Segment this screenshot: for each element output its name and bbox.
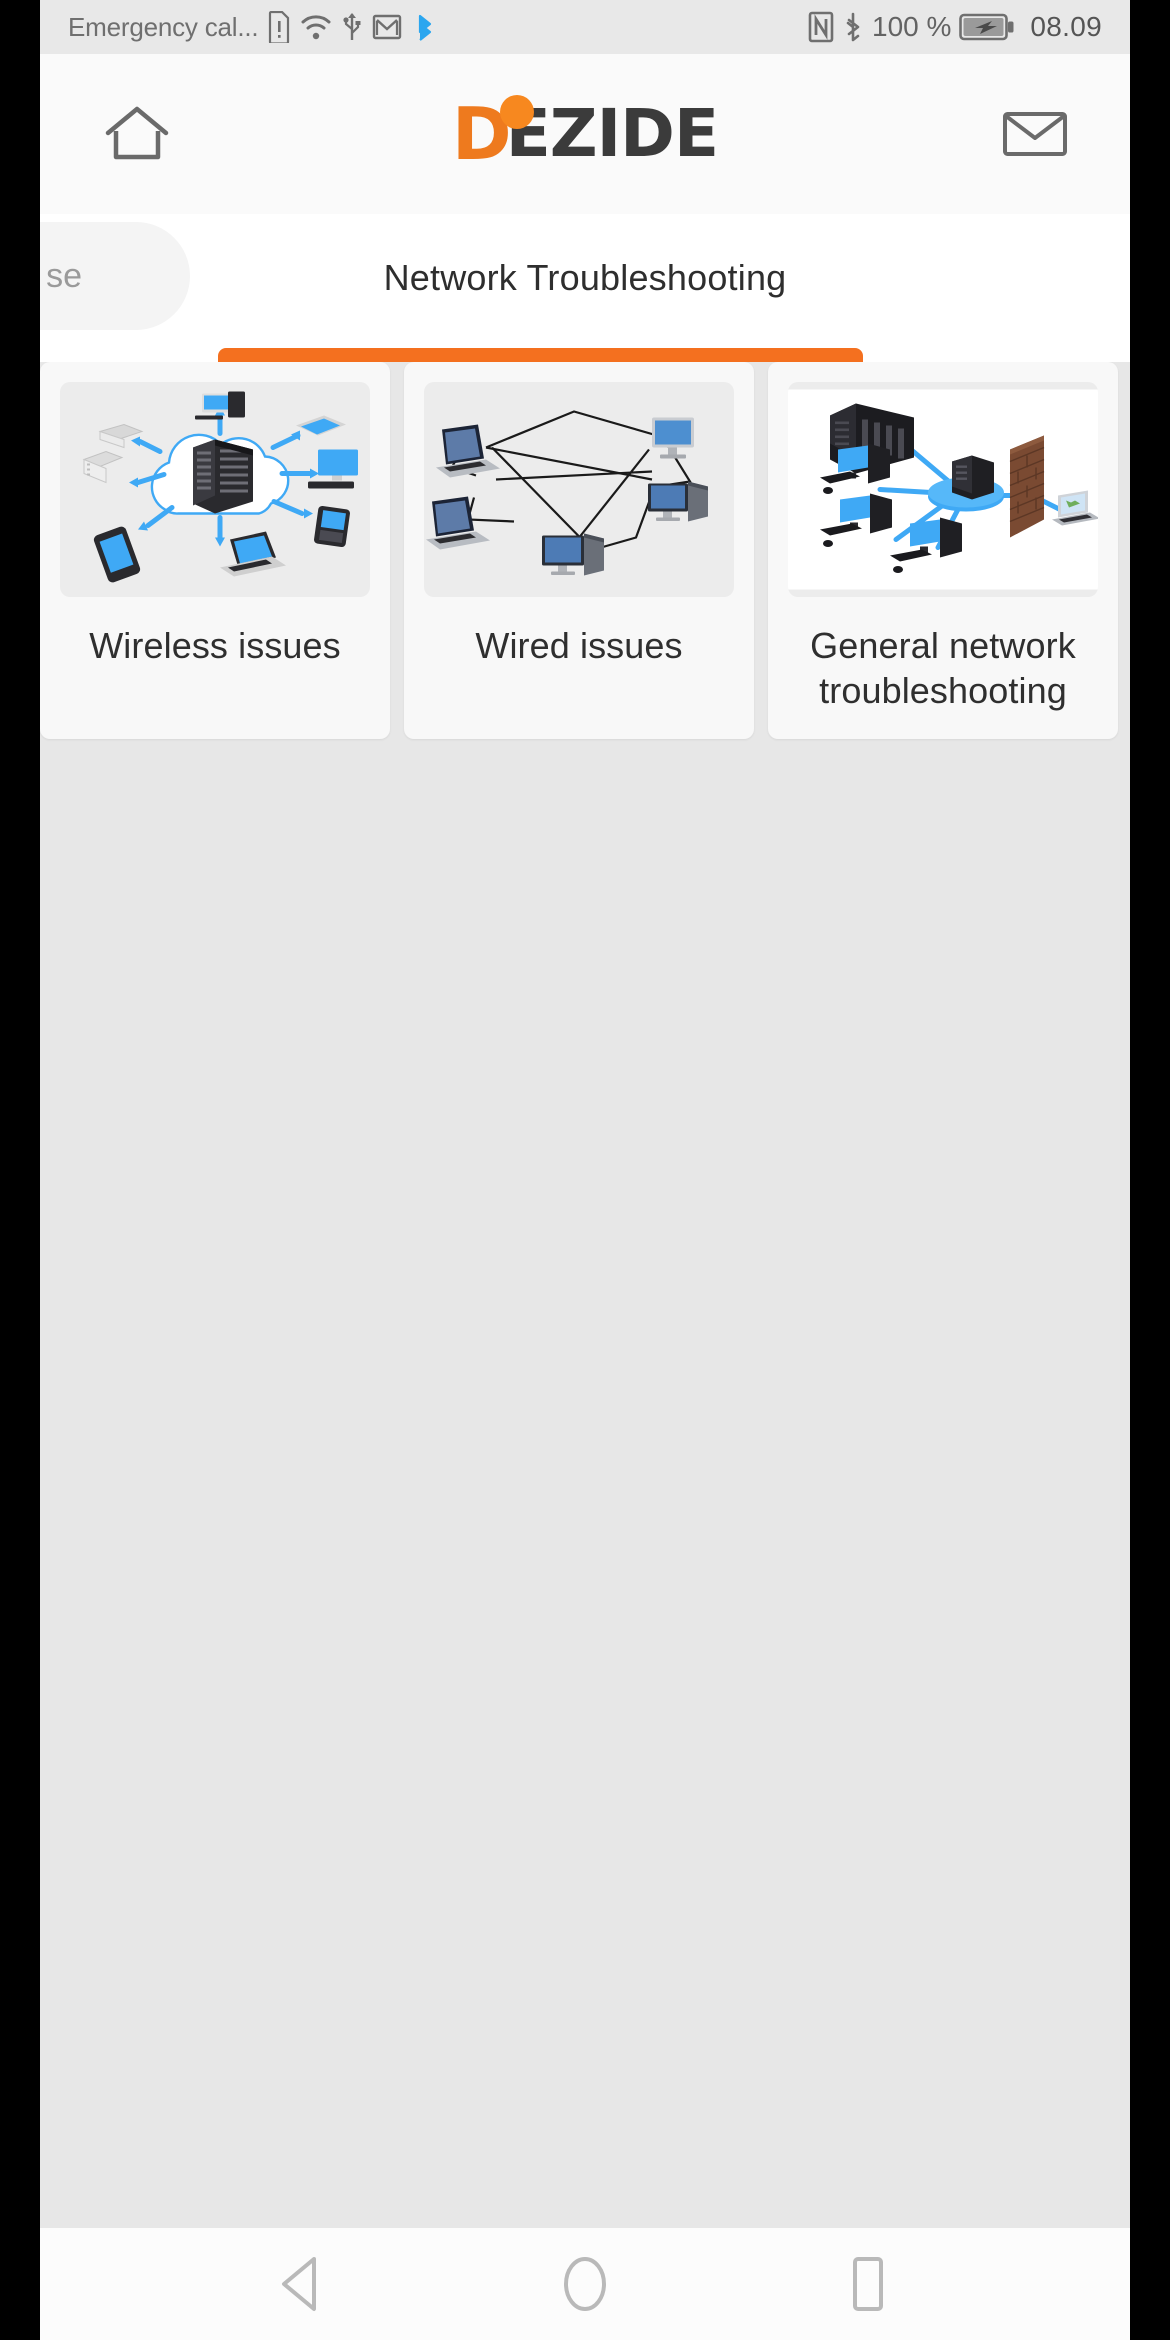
card-wireless-issues[interactable]: Wireless issues	[40, 362, 390, 739]
app-logo: D EZIDE	[40, 54, 1130, 214]
logo-letter-d: D	[451, 91, 512, 176]
cloud-network-diagram	[60, 382, 370, 597]
tab-active-indicator	[218, 348, 863, 362]
phone-screen: Emergency cal... 100 % 08.09 D EZIDE se …	[40, 0, 1130, 2340]
battery-charging-icon	[959, 12, 1015, 42]
usb-icon	[341, 11, 363, 43]
sim-warning-icon	[267, 11, 291, 43]
mesh-network-diagram	[424, 382, 734, 597]
bluetooth-icon	[842, 11, 864, 43]
card-label: General network troubleshooting	[810, 625, 1076, 711]
card-grid: Wireless issues Wired issues General net…	[40, 362, 1130, 739]
star-network-firewall-diagram	[788, 382, 1098, 597]
home-button[interactable]	[535, 2234, 635, 2334]
envelope-icon[interactable]	[1002, 109, 1068, 159]
card-grid-container: Wireless issues Wired issues General net…	[40, 362, 1130, 739]
back-button[interactable]	[252, 2234, 352, 2334]
battery-percent-label: 100 %	[872, 11, 952, 42]
logo-text: EZIDE	[505, 95, 719, 173]
logo-dot	[499, 94, 534, 129]
bluetooth-share-icon	[411, 12, 439, 42]
home-icon[interactable]	[102, 103, 172, 165]
recents-button[interactable]	[818, 2234, 918, 2334]
status-bar: Emergency cal... 100 % 08.09	[40, 0, 1130, 54]
tab-bar: se Network Troubleshooting	[40, 214, 1130, 362]
tab-network-troubleshooting[interactable]: Network Troubleshooting	[220, 224, 950, 332]
nfc-icon	[808, 11, 834, 43]
card-label: Wired issues	[475, 625, 683, 666]
tab-active-label: Network Troubleshooting	[383, 257, 787, 298]
tab-previous[interactable]: se	[40, 222, 190, 330]
tab-previous-label: se	[46, 256, 82, 295]
wifi-icon	[300, 12, 332, 42]
clock-label: 08.09	[1030, 11, 1102, 42]
card-general-network-troubleshooting[interactable]: General network troubleshooting	[768, 362, 1118, 739]
gmail-icon	[372, 13, 402, 41]
app-header: D EZIDE	[40, 54, 1130, 214]
carrier-label: Emergency cal...	[68, 11, 259, 42]
card-label: Wireless issues	[89, 625, 341, 666]
card-wired-issues[interactable]: Wired issues	[404, 362, 754, 739]
system-navigation-bar	[40, 2228, 1130, 2340]
